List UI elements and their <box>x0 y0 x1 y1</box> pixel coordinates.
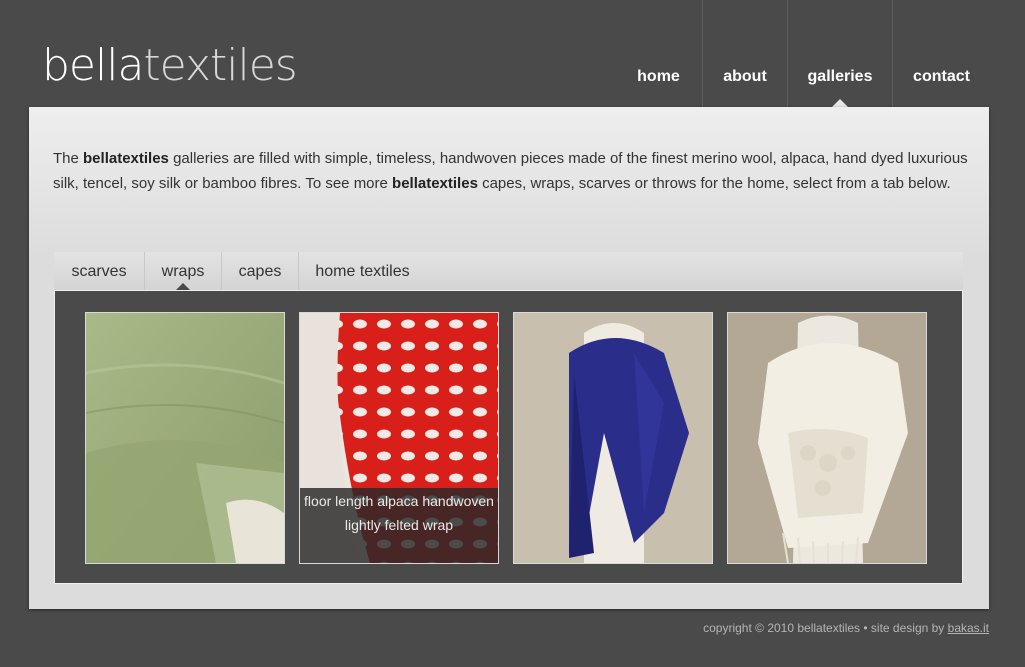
designer-link[interactable]: bakas.it <box>948 621 989 635</box>
logo-part1: bella <box>42 40 144 91</box>
nav-galleries[interactable]: galleries <box>787 0 892 107</box>
gallery-tabs: scarves wraps capes home textiles <box>54 252 963 290</box>
logo-part2: textiles <box>143 40 297 91</box>
tab-home-textiles[interactable]: home textiles <box>298 252 426 290</box>
intro-text: The bellatextiles galleries are filled w… <box>53 147 973 196</box>
tab-wraps[interactable]: wraps <box>144 252 221 290</box>
intro-text-part: The <box>53 150 84 167</box>
nav-about[interactable]: about <box>702 0 787 107</box>
gallery-grid: floor length alpaca handwoven lightly fe… <box>54 290 963 584</box>
nav-home[interactable]: home <box>615 0 702 107</box>
gallery-item-cream-wrap[interactable] <box>727 312 927 564</box>
copyright-text: copyright © 2010 bellatextiles • site de… <box>703 621 948 635</box>
footer: copyright © 2010 bellatextiles • site de… <box>703 621 989 635</box>
nav-contact[interactable]: contact <box>892 0 990 107</box>
gallery-item-blue-wrap[interactable] <box>513 312 713 564</box>
tab-capes[interactable]: capes <box>221 252 298 290</box>
brand-name: bellatextiles <box>392 174 478 192</box>
main-nav: home about galleries contact <box>615 0 990 107</box>
green-wrap-image <box>86 313 284 563</box>
gallery-caption: floor length alpaca handwoven lightly fe… <box>300 488 498 563</box>
cream-wrap-image <box>728 313 926 563</box>
gallery-item-green-wrap[interactable] <box>85 312 285 564</box>
logo[interactable]: bella textiles <box>42 38 298 91</box>
gallery-item-red-wrap[interactable]: floor length alpaca handwoven lightly fe… <box>299 312 499 564</box>
blue-wrap-image <box>514 313 712 563</box>
tab-scarves[interactable]: scarves <box>54 252 144 290</box>
brand-name: bellatextiles <box>83 150 169 167</box>
intro-text-part: capes, wraps, scarves or throws for the … <box>477 174 951 192</box>
content-panel: The bellatextiles galleries are filled w… <box>29 107 989 609</box>
